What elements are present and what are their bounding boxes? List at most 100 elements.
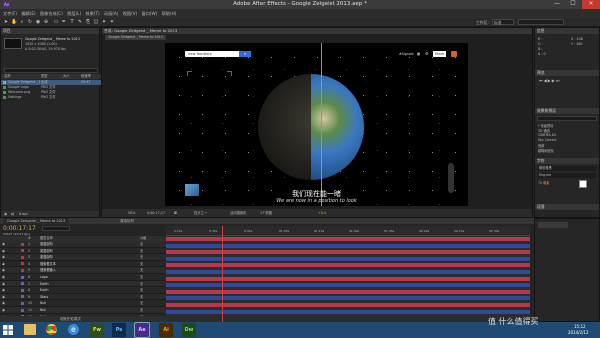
label-color-swatch[interactable] (21, 242, 24, 246)
visibility-eye-icon[interactable]: ◉ (2, 287, 5, 294)
eraser-tool-icon[interactable]: ◫ (93, 19, 99, 25)
time-ruler[interactable]: 0:15s 0:30s 0:45s 01:00s 01:15s 01:30s 01:45s 0… (166, 226, 530, 236)
layer-row[interactable]: ◉ 1 英语副句 无 (0, 241, 166, 248)
selection-tool-icon[interactable]: ➤ (3, 19, 9, 25)
explorer-icon[interactable] (24, 324, 36, 335)
menu-help[interactable]: 帮助(H) (162, 9, 177, 18)
menu-layer[interactable]: 图层(L) (67, 9, 81, 18)
layer-row[interactable]: ◉ 8 Earth 无 (0, 287, 166, 294)
visibility-eye-icon[interactable]: ◉ (2, 254, 5, 261)
parent-select[interactable]: 无 (140, 267, 143, 274)
parent-select[interactable]: 无 (140, 287, 143, 294)
layer-name[interactable]: Null (40, 307, 46, 314)
label-color-swatch[interactable] (21, 308, 24, 312)
camera-snapshot-icon[interactable]: ◘ (174, 209, 177, 217)
layer-name[interactable]: Earth (40, 287, 49, 294)
layer-row[interactable]: ◉ 7 Earth 无 (0, 280, 166, 288)
pan-behind-tool-icon[interactable]: ⊕ (43, 19, 49, 25)
layer-search-input[interactable] (42, 226, 70, 231)
parent-select[interactable]: 无 (140, 241, 143, 248)
search-button[interactable]: ⌕ (239, 51, 251, 57)
views-count-select[interactable]: 1个视图 (260, 209, 272, 217)
col-fps[interactable]: 帧速率 (81, 74, 91, 79)
character-tab[interactable]: 字符 (535, 158, 599, 164)
label-color-swatch[interactable] (21, 295, 24, 299)
apps-grid-icon[interactable]: ▦ (417, 52, 420, 56)
signals-link[interactable]: #Signals (399, 52, 414, 56)
layer-name[interactable]: 搜索框文本 (40, 261, 56, 268)
menu-animation[interactable]: 动画(A) (104, 9, 119, 18)
comp-breadcrumb[interactable]: Google Zeitgeist _ Meme to 2013 (105, 35, 166, 40)
dreamweaver-icon[interactable]: Dw (182, 323, 196, 337)
layer-name[interactable]: 搜索框输入 (40, 267, 56, 274)
visibility-eye-icon[interactable]: ◉ (2, 274, 5, 281)
exposure-value[interactable]: +0.0 (318, 209, 326, 217)
pen-tool-icon[interactable]: ✒ (61, 19, 67, 25)
zoom-tool-icon[interactable]: ⌕ (19, 19, 25, 25)
parent-select[interactable]: 无 (140, 254, 143, 261)
layer-duration-bar[interactable] (166, 237, 530, 241)
parent-select[interactable]: 无 (140, 300, 143, 307)
rectangle-tool-icon[interactable]: ▭ (53, 19, 59, 25)
layer-duration-bar[interactable] (166, 296, 530, 301)
resolution-select[interactable]: 四分之一 (194, 209, 207, 217)
hand-tool-icon[interactable]: ✋ (11, 19, 17, 25)
layer-name[interactable]: Stars (40, 294, 48, 301)
parent-select[interactable]: 无 (140, 248, 143, 255)
effects-item[interactable]: 模糊和锐化 (538, 148, 554, 153)
layer-name[interactable]: Earth (40, 281, 49, 288)
layer-duration-bar[interactable] (166, 283, 530, 288)
project-item[interactable]: Settings PNG 文件 (1, 95, 101, 100)
composition-tab[interactable]: 合成: Google Zeitgeist _ Meme to 2013 (102, 28, 532, 34)
camera-tool-icon[interactable]: ◉ (35, 19, 41, 25)
visibility-eye-icon[interactable]: ◉ (2, 248, 5, 255)
visibility-eye-icon[interactable]: ◉ (2, 267, 5, 274)
font-select[interactable]: 微软雅黑 (538, 166, 596, 171)
layer-duration-bar[interactable] (166, 263, 530, 268)
puppet-tool-icon[interactable]: ✶ (109, 19, 115, 25)
layer-duration-bar[interactable] (166, 303, 530, 307)
effects-tab[interactable]: 效果和预设 (535, 108, 599, 114)
start-button[interactable] (2, 324, 14, 336)
layer-row[interactable]: ◉ 2 英语副句 无 (0, 247, 166, 255)
visibility-eye-icon[interactable]: ◉ (2, 294, 5, 301)
visibility-eye-icon[interactable]: ◉ (2, 261, 5, 268)
label-color-swatch[interactable] (21, 249, 24, 253)
font-style-select[interactable]: Regular (538, 173, 596, 178)
menu-effect[interactable]: 效果(T) (85, 9, 99, 18)
close-button[interactable]: ✕ (582, 0, 600, 9)
chrome-icon[interactable] (46, 324, 57, 335)
workspace-select[interactable]: 标准 (492, 19, 514, 25)
visibility-eye-icon[interactable]: ◉ (2, 300, 5, 307)
clock-time[interactable]: 15:12 (574, 324, 586, 329)
parent-select[interactable]: 无 (140, 307, 143, 314)
layer-row[interactable]: ◉ 3 英语副句 无 (0, 254, 166, 261)
view-select[interactable]: 活动摄像机 (230, 209, 246, 217)
comp-viewer[interactable]: new frontiers ⌕ #Signals ▦ ⚙ Share 我们现在能… (165, 43, 468, 206)
label-color-swatch[interactable] (21, 262, 24, 266)
layer-duration-bar[interactable] (166, 250, 530, 255)
layer-duration-bar[interactable] (166, 256, 530, 261)
menu-window[interactable]: 窗口(W) (142, 9, 158, 18)
col-type[interactable]: 类型 (41, 74, 48, 79)
clone-tool-icon[interactable]: ⎘ (85, 19, 91, 25)
zoom-select[interactable]: 50% (128, 209, 135, 217)
menu-file[interactable]: 文件(F) (3, 9, 17, 18)
label-color-swatch[interactable] (21, 255, 24, 259)
visibility-eye-icon[interactable]: ◉ (2, 241, 5, 248)
effects-item[interactable]: CINEMA 4D (538, 133, 556, 137)
col-size[interactable]: 大小 (63, 74, 70, 79)
roto-tool-icon[interactable]: ✦ (101, 19, 107, 25)
timeline-timecode[interactable]: 0:00:17:17 (3, 225, 36, 232)
layer-duration-bar[interactable] (166, 309, 530, 314)
col-name[interactable]: 名称 (4, 74, 11, 79)
menu-view[interactable]: 视图(V) (123, 9, 138, 18)
font-size-field[interactable]: 70 像素 (538, 180, 549, 185)
layer-row[interactable]: ◉ 11 Null 无 (0, 307, 166, 314)
playhead[interactable] (222, 226, 223, 322)
new-folder-icon[interactable]: ▣ (4, 211, 7, 217)
timeline-comp-tab[interactable]: Google Zeitgeist _ Meme to 2013 (3, 218, 70, 224)
effects-search-input[interactable] (537, 116, 597, 121)
label-color-swatch[interactable] (21, 301, 24, 305)
menu-composition[interactable]: 图像合成(C) (40, 9, 63, 18)
